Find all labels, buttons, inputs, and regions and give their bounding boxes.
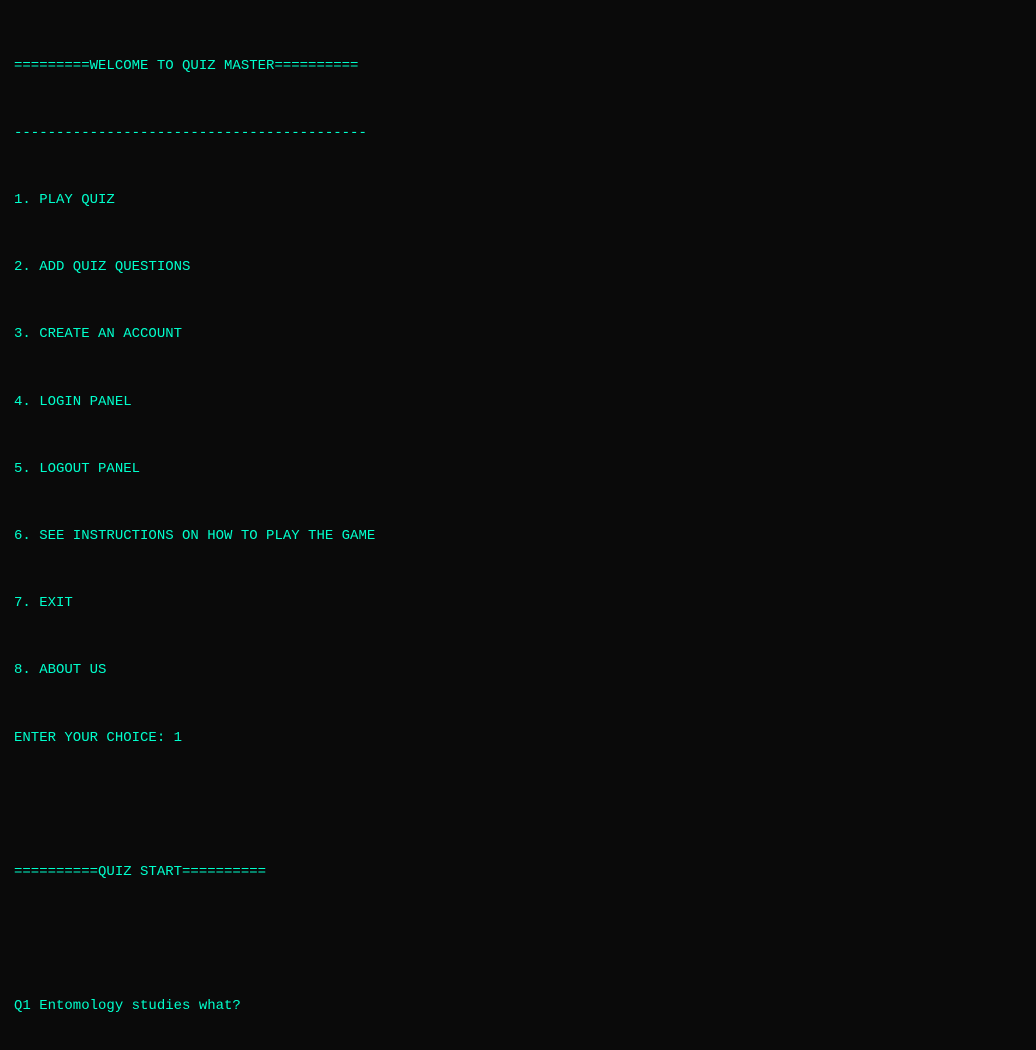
menu-item-1: 1. PLAY QUIZ [14,189,1022,211]
separator-line: ----------------------------------------… [14,122,1022,144]
menu-item-2: 2. ADD QUIZ QUESTIONS [14,256,1022,278]
blank-2 [14,928,1022,950]
terminal-window: =========WELCOME TO QUIZ MASTER=========… [14,10,1022,1050]
menu-item-3: 3. CREATE AN ACCOUNT [14,323,1022,345]
title-line: =========WELCOME TO QUIZ MASTER=========… [14,55,1022,77]
quiz-start-line: ==========QUIZ START========== [14,861,1022,883]
blank-1 [14,794,1022,816]
menu-item-7: 7. EXIT [14,592,1022,614]
menu-item-5: 5. LOGOUT PANEL [14,458,1022,480]
menu-item-6: 6. SEE INSTRUCTIONS ON HOW TO PLAY THE G… [14,525,1022,547]
menu-item-4: 4. LOGIN PANEL [14,391,1022,413]
choice-prompt: ENTER YOUR CHOICE: 1 [14,727,1022,749]
question-line: Q1 Entomology studies what? [14,995,1022,1017]
menu-item-8: 8. ABOUT US [14,659,1022,681]
